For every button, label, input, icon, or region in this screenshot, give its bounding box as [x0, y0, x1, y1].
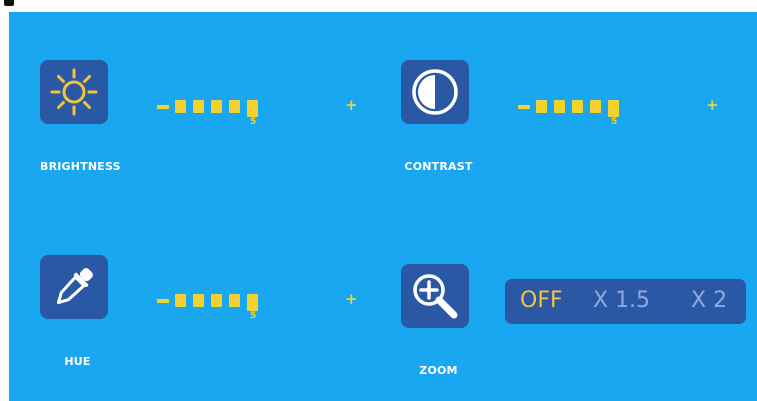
zoom-tile[interactable]	[401, 264, 469, 328]
contrast-level-segment	[554, 100, 565, 113]
contrast-level-segment	[572, 100, 583, 113]
brightness-level-segment	[175, 100, 186, 113]
contrast-increase-button[interactable]: +	[706, 96, 719, 114]
brightness-tile[interactable]	[40, 60, 108, 124]
corner-mark	[0, 0, 30, 10]
brightness-level-segment	[193, 100, 204, 113]
zoom-label: ZOOM	[419, 364, 458, 377]
contrast-decrease-button[interactable]	[518, 105, 530, 109]
brightness-label: BRIGHTNESS	[40, 160, 121, 173]
brightness-level-value: 5	[250, 117, 257, 127]
hue-level-value: 5	[250, 311, 257, 321]
settings-panel: BRIGHTNESS 5 + CONTRAST 5 + HUE 5 + ZOOM…	[9, 12, 757, 401]
eyedropper-icon	[56, 268, 93, 305]
brightness-increase-button[interactable]: +	[345, 96, 358, 114]
hue-decrease-button[interactable]	[157, 299, 169, 303]
contrast-level-segment	[590, 100, 601, 113]
contrast-tile[interactable]	[401, 60, 469, 124]
brightness-level-segment	[211, 100, 222, 113]
brightness-decrease-button[interactable]	[157, 105, 169, 109]
contrast-label: CONTRAST	[404, 160, 473, 173]
zoom-options: OFF X 1.5 X 2	[505, 279, 746, 324]
zoom-in-icon	[413, 274, 458, 319]
contrast-level-segment	[536, 100, 547, 113]
hue-level-segment	[193, 294, 204, 307]
contrast-level-value: 5	[611, 117, 618, 127]
hue-level-segment	[211, 294, 222, 307]
contrast-adjuster: 5 +	[518, 92, 719, 132]
brightness-level-segment	[229, 100, 240, 113]
contrast-level-segment	[608, 100, 619, 117]
zoom-option-2[interactable]: X 2	[691, 288, 727, 313]
zoom-option-1-5[interactable]: X 1.5	[593, 288, 650, 313]
hue-increase-button[interactable]: +	[345, 290, 358, 308]
hue-adjuster: 5 +	[157, 286, 358, 326]
hue-level-segment	[175, 294, 186, 307]
hue-label: HUE	[64, 355, 91, 368]
sun-icon	[50, 68, 98, 116]
hue-level-segment	[247, 294, 258, 311]
hue-tile[interactable]	[40, 255, 108, 319]
hue-level-segment	[229, 294, 240, 307]
brightness-level-segment	[247, 100, 258, 117]
contrast-icon	[412, 69, 458, 115]
zoom-option-off[interactable]: OFF	[520, 288, 563, 313]
brightness-adjuster: 5 +	[157, 92, 358, 132]
